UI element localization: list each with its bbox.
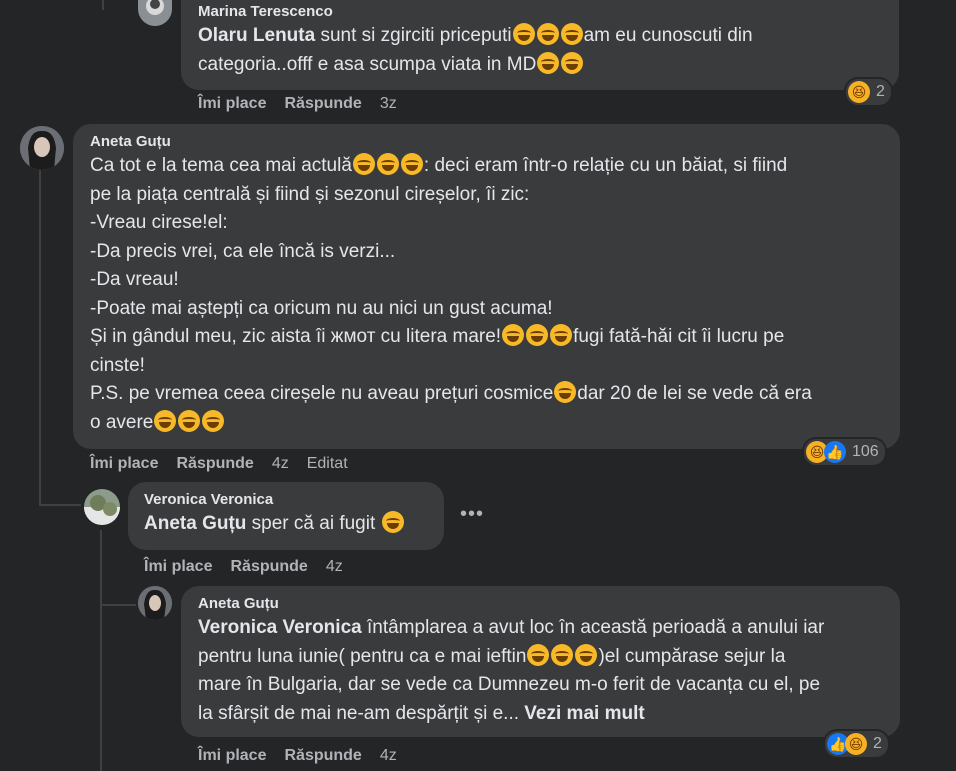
comment-actions: Îmi place Răspunde 4z Editat bbox=[90, 455, 366, 473]
avatar[interactable] bbox=[20, 126, 64, 170]
grin-emoji-icon bbox=[560, 23, 583, 45]
joy-emoji-icon bbox=[575, 643, 598, 666]
like-button[interactable]: Îmi place bbox=[144, 558, 212, 575]
comment-text: Olaru Lenuta sunt si zgirciti priceputi a… bbox=[198, 23, 753, 75]
comment-author[interactable]: Veronica Veronica bbox=[144, 490, 432, 510]
comment-bubble: Aneta Guțu Veronica Veronica întâmplarea… bbox=[181, 586, 900, 737]
joy-emoji-icon bbox=[400, 153, 423, 175]
thread-line-curve bbox=[39, 504, 81, 506]
edited-label[interactable]: Editat bbox=[307, 455, 348, 472]
avatar-photo-icon bbox=[84, 489, 120, 525]
joy-emoji-icon bbox=[512, 23, 535, 45]
joy-emoji-icon bbox=[537, 51, 560, 74]
reaction-summary[interactable]: 👍 😆 2 bbox=[825, 731, 888, 757]
avatar[interactable] bbox=[84, 489, 120, 525]
comment-author[interactable]: Aneta Guțu bbox=[198, 594, 888, 614]
joy-emoji-icon bbox=[154, 409, 177, 432]
joy-emoji-icon bbox=[502, 324, 525, 346]
joy-emoji-icon bbox=[352, 153, 375, 175]
mention-link[interactable]: Veronica Veronica bbox=[198, 617, 362, 638]
comment-actions: Îmi place Răspunde 4z bbox=[144, 558, 361, 576]
avatar-photo-icon bbox=[138, 586, 172, 620]
comment-actions: Îmi place Răspunde 3z bbox=[198, 95, 415, 113]
thread-line-root bbox=[39, 170, 41, 505]
haha-reaction-icon: 😆 bbox=[848, 81, 870, 103]
reaction-summary[interactable]: 😆 2 bbox=[846, 79, 891, 105]
comment-author[interactable]: Aneta Guțu bbox=[90, 132, 888, 152]
joy-emoji-icon bbox=[376, 153, 399, 175]
comment-actions: Îmi place Răspunde 4z bbox=[198, 747, 415, 765]
reaction-count: 2 bbox=[876, 83, 885, 100]
joy-emoji-icon bbox=[551, 643, 574, 666]
like-button[interactable]: Îmi place bbox=[90, 455, 158, 472]
comment-text: Veronica Veronica întâmplarea a avut loc… bbox=[198, 617, 825, 724]
reply-button[interactable]: Răspunde bbox=[284, 747, 361, 764]
thread-line-top bbox=[102, 0, 104, 10]
joy-emoji-icon bbox=[202, 409, 225, 432]
comment-bubble: Aneta Guțu Ca tot e la tema cea mai actu… bbox=[73, 124, 900, 449]
avatar-photo-icon bbox=[146, 0, 164, 15]
comment-text: Aneta Guțu sper că ai fugit bbox=[144, 510, 432, 539]
reply-button[interactable]: Răspunde bbox=[284, 95, 361, 112]
joy-emoji-icon bbox=[178, 409, 201, 432]
like-reaction-icon: 👍 bbox=[824, 441, 846, 463]
timestamp[interactable]: 4z bbox=[272, 455, 289, 472]
timestamp[interactable]: 4z bbox=[380, 747, 397, 764]
joy-emoji-icon bbox=[527, 643, 550, 666]
joy-emoji-icon bbox=[536, 23, 559, 45]
like-button[interactable]: Îmi place bbox=[198, 747, 266, 764]
comment-text: Ca tot e la tema cea mai actulă: deci er… bbox=[90, 153, 812, 433]
avatar[interactable] bbox=[138, 586, 172, 620]
joy-emoji-icon bbox=[554, 381, 577, 403]
joy-emoji-icon bbox=[550, 324, 573, 346]
mention-link[interactable]: Olaru Lenuta bbox=[198, 25, 315, 46]
comment-author[interactable]: Marina Terescenco bbox=[198, 2, 887, 22]
reply-button[interactable]: Răspunde bbox=[230, 558, 307, 575]
avatar-photo-icon bbox=[20, 126, 64, 170]
mention-link[interactable]: Aneta Guțu bbox=[144, 513, 246, 534]
joy-emoji-icon bbox=[526, 324, 549, 346]
reaction-summary[interactable]: 😆 👍 106 bbox=[804, 439, 885, 465]
reaction-count: 2 bbox=[873, 735, 882, 752]
joy-emoji-icon bbox=[561, 51, 584, 74]
like-button[interactable]: Îmi place bbox=[198, 95, 266, 112]
rofl-emoji-icon bbox=[381, 511, 404, 533]
avatar[interactable] bbox=[138, 0, 172, 26]
timestamp[interactable]: 4z bbox=[326, 558, 343, 575]
timestamp[interactable]: 3z bbox=[380, 95, 397, 112]
comment-bubble: Marina Terescenco Olaru Lenuta sunt si z… bbox=[181, 0, 899, 90]
see-more-link[interactable]: Vezi mai mult bbox=[524, 703, 644, 724]
more-options-icon[interactable]: ••• bbox=[460, 503, 484, 526]
haha-reaction-icon: 😆 bbox=[845, 733, 867, 755]
thread-line-curve-2 bbox=[100, 604, 136, 606]
reply-button[interactable]: Răspunde bbox=[176, 455, 253, 472]
reaction-count: 106 bbox=[852, 443, 879, 460]
comment-bubble: Veronica Veronica Aneta Guțu sper că ai … bbox=[128, 482, 444, 550]
thread-line-reply bbox=[100, 530, 102, 771]
